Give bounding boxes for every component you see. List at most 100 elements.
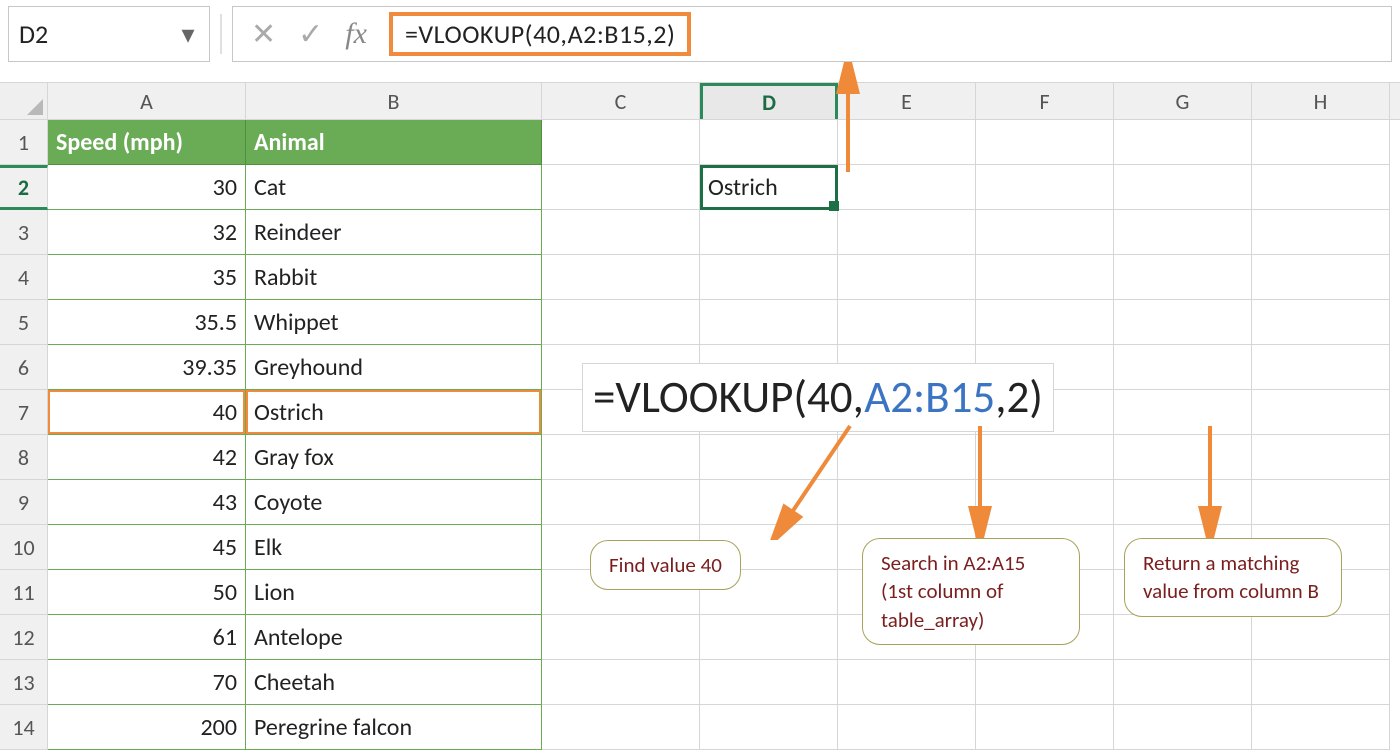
cell-E5[interactable]	[838, 300, 976, 345]
cell-D13[interactable]	[700, 660, 838, 705]
cell-C3[interactable]	[542, 210, 700, 255]
cell-C12[interactable]	[542, 615, 700, 660]
cell-B13[interactable]: Cheetah	[246, 660, 542, 705]
name-box[interactable]: D2 ▾	[8, 6, 210, 62]
cell-G14[interactable]	[1114, 705, 1252, 750]
cell-F9[interactable]	[976, 480, 1114, 525]
cell-H7[interactable]	[1252, 390, 1390, 435]
row-header-4[interactable]: 4	[0, 255, 48, 300]
cell-H1[interactable]	[1252, 120, 1390, 165]
cell-H14[interactable]	[1252, 705, 1390, 750]
row-header-6[interactable]: 6	[0, 345, 48, 390]
cell-A14[interactable]: 200	[48, 705, 246, 750]
cell-B9[interactable]: Coyote	[246, 480, 542, 525]
cell-E9[interactable]	[838, 480, 976, 525]
row-header-7[interactable]: 7	[0, 390, 48, 435]
row-header-8[interactable]: 8	[0, 435, 48, 480]
cell-C2[interactable]	[542, 165, 700, 210]
row-header-9[interactable]: 9	[0, 480, 48, 525]
cell-B2[interactable]: Cat	[246, 165, 542, 210]
cancel-icon[interactable]: ✕	[251, 16, 276, 53]
cell-B6[interactable]: Greyhound	[246, 345, 542, 390]
cell-E1[interactable]	[838, 120, 976, 165]
row-header-2[interactable]: 2	[0, 165, 48, 210]
cell-E2[interactable]	[838, 165, 976, 210]
select-all-corner[interactable]	[0, 83, 48, 119]
cell-D12[interactable]	[700, 615, 838, 660]
cell-C13[interactable]	[542, 660, 700, 705]
cell-D3[interactable]	[700, 210, 838, 255]
row-header-1[interactable]: 1	[0, 120, 48, 165]
cell-F5[interactable]	[976, 300, 1114, 345]
row-header-3[interactable]: 3	[0, 210, 48, 255]
cell-F8[interactable]	[976, 435, 1114, 480]
cell-E4[interactable]	[838, 255, 976, 300]
cell-F2[interactable]	[976, 165, 1114, 210]
cell-F14[interactable]	[976, 705, 1114, 750]
cell-D5[interactable]	[700, 300, 838, 345]
formula-input[interactable]: =VLOOKUP(40,A2:B15,2)	[389, 12, 691, 56]
cell-G13[interactable]	[1114, 660, 1252, 705]
cell-A5[interactable]: 35.5	[48, 300, 246, 345]
cell-F1[interactable]	[976, 120, 1114, 165]
cell-A11[interactable]: 50	[48, 570, 246, 615]
cell-D8[interactable]	[700, 435, 838, 480]
cell-F13[interactable]	[976, 660, 1114, 705]
cell-B14[interactable]: Peregrine falcon	[246, 705, 542, 750]
cell-A9[interactable]: 43	[48, 480, 246, 525]
cell-B1[interactable]: Animal	[246, 120, 542, 165]
col-header-C[interactable]: C	[542, 83, 700, 119]
cell-A12[interactable]: 61	[48, 615, 246, 660]
cell-A2[interactable]: 30	[48, 165, 246, 210]
cell-H6[interactable]	[1252, 345, 1390, 390]
cell-B10[interactable]: Elk	[246, 525, 542, 570]
col-header-B[interactable]: B	[246, 83, 542, 119]
col-header-D[interactable]: D	[700, 83, 838, 119]
cell-H4[interactable]	[1252, 255, 1390, 300]
cell-B12[interactable]: Antelope	[246, 615, 542, 660]
cell-H8[interactable]	[1252, 435, 1390, 480]
cell-G5[interactable]	[1114, 300, 1252, 345]
col-header-F[interactable]: F	[976, 83, 1114, 119]
cell-B7[interactable]: Ostrich	[246, 390, 542, 435]
cell-G12[interactable]	[1114, 615, 1252, 660]
cell-A13[interactable]: 70	[48, 660, 246, 705]
cell-D1[interactable]	[700, 120, 838, 165]
col-header-H[interactable]: H	[1252, 83, 1390, 119]
cell-A1[interactable]: Speed (mph)	[48, 120, 246, 165]
cell-G7[interactable]	[1114, 390, 1252, 435]
cell-H13[interactable]	[1252, 660, 1390, 705]
cell-G1[interactable]	[1114, 120, 1252, 165]
cell-H12[interactable]	[1252, 615, 1390, 660]
cell-G8[interactable]	[1114, 435, 1252, 480]
cell-A10[interactable]: 45	[48, 525, 246, 570]
cell-F3[interactable]	[976, 210, 1114, 255]
cell-A7[interactable]: 40	[48, 390, 246, 435]
row-header-12[interactable]: 12	[0, 615, 48, 660]
name-box-dropdown-icon[interactable]: ▾	[173, 7, 203, 61]
insert-function-icon[interactable]: fx	[345, 17, 367, 51]
cell-F4[interactable]	[976, 255, 1114, 300]
cell-C1[interactable]	[542, 120, 700, 165]
cell-H9[interactable]	[1252, 480, 1390, 525]
cell-B5[interactable]: Whippet	[246, 300, 542, 345]
cell-G2[interactable]	[1114, 165, 1252, 210]
row-header-14[interactable]: 14	[0, 705, 48, 750]
cell-A6[interactable]: 39.35	[48, 345, 246, 390]
cell-E13[interactable]	[838, 660, 976, 705]
cell-H2[interactable]	[1252, 165, 1390, 210]
cell-E3[interactable]	[838, 210, 976, 255]
col-header-G[interactable]: G	[1114, 83, 1252, 119]
cell-B4[interactable]: Rabbit	[246, 255, 542, 300]
cell-C4[interactable]	[542, 255, 700, 300]
row-header-13[interactable]: 13	[0, 660, 48, 705]
cell-C5[interactable]	[542, 300, 700, 345]
cell-D9[interactable]	[700, 480, 838, 525]
cell-D2[interactable]: Ostrich	[700, 165, 838, 210]
cell-B8[interactable]: Gray fox	[246, 435, 542, 480]
cell-D4[interactable]	[700, 255, 838, 300]
cell-A8[interactable]: 42	[48, 435, 246, 480]
cell-E8[interactable]	[838, 435, 976, 480]
cell-G3[interactable]	[1114, 210, 1252, 255]
row-header-10[interactable]: 10	[0, 525, 48, 570]
